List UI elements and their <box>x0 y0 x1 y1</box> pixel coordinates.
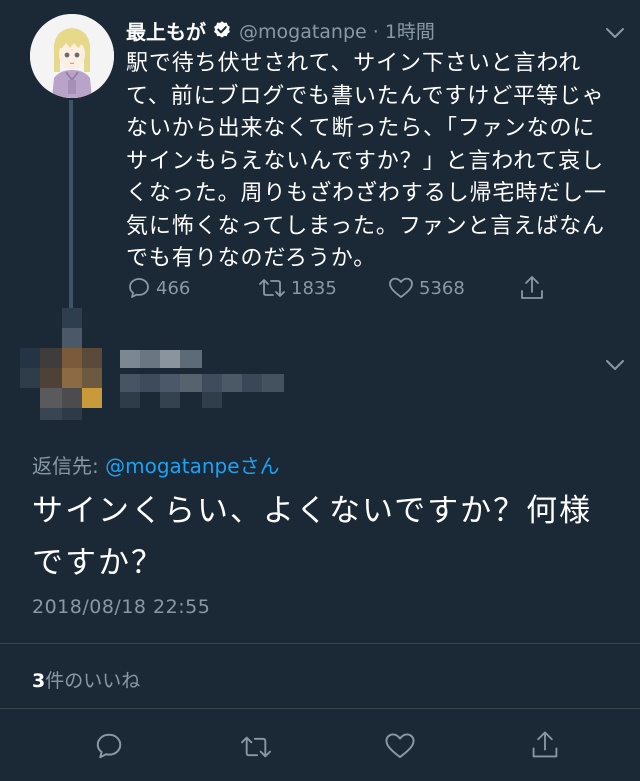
retweet-count: 1835 <box>291 277 337 299</box>
like-button[interactable] <box>384 731 416 761</box>
retweet-arrows-icon <box>259 279 285 297</box>
handle-and-time: @mogatanpe · 1時間 <box>239 20 435 43</box>
tweet-text: 駅で待ち伏せされて、サイン下さいと言われ て、前にブログでも書いたんですけど平等… <box>126 48 626 276</box>
reply-text-line: サインくらい、よくないですか？何様 <box>32 493 593 529</box>
reply-button[interactable] <box>93 731 125 761</box>
like-count: 5368 <box>419 277 465 299</box>
share-button[interactable] <box>519 274 545 302</box>
reply-text: サインくらい、よくないですか？何様 ですか？ <box>32 485 632 589</box>
speech-bubble-icon <box>96 733 122 759</box>
tweet-text-line: サインもらえないんですか？」と言われて哀し <box>126 148 605 174</box>
likes-count[interactable]: 3 <box>32 670 45 692</box>
tweet-text-line: て、前にブログでも書いたんですけど平等じゃ <box>126 83 605 109</box>
tweet-text-line: 駅で待ち伏せされて、サイン下さいと言われ <box>126 51 582 76</box>
tweet-text-line: でも有りなのだろうか。 <box>126 246 377 271</box>
heart-icon <box>389 277 413 298</box>
reply-to-handle[interactable]: @mogatanpe <box>105 454 239 478</box>
tweet-text-line: ないから出来なくて断ったら、「ファンなのに <box>126 116 596 141</box>
reply-to-suffix[interactable]: さん <box>240 454 280 478</box>
likes-summary[interactable]: 3件のいいね <box>32 666 140 693</box>
chevron-down-icon[interactable] <box>604 358 626 372</box>
tweet-text-line: くなった。周りもざわざわするし帰宅時だし一 <box>126 181 607 206</box>
divider <box>0 708 640 709</box>
reply-button[interactable]: 466 <box>127 276 190 300</box>
tweet-text-line: 気に怖くなってしまった。ファンと言えばなん <box>126 213 605 239</box>
heart-icon <box>385 733 415 759</box>
censored-author-mosaic <box>20 308 284 420</box>
likes-label[interactable]: 件のいいね <box>45 670 140 692</box>
verified-badge-icon <box>214 21 230 38</box>
avatar-illustration <box>30 14 114 98</box>
chevron-down-icon[interactable] <box>604 26 626 40</box>
avatar[interactable] <box>30 14 114 98</box>
reply-count: 466 <box>156 277 191 299</box>
timestamp: 2018/08/18 22:55 <box>32 596 211 618</box>
retweet-arrows-icon <box>241 736 271 758</box>
reply-to-label: 返信先: <box>32 454 106 478</box>
reply-to-line: 返信先: @mogatanpeさん <box>32 450 280 479</box>
reply-text-line: ですか？ <box>32 545 164 581</box>
share-button[interactable] <box>530 729 560 761</box>
tweet-header: 最上もが @mogatanpe · 1時間 <box>126 16 435 44</box>
like-button[interactable]: 5368 <box>388 276 465 300</box>
display-name[interactable]: 最上もが <box>126 16 206 45</box>
retweet-button[interactable]: 1835 <box>258 276 337 300</box>
share-upload-icon <box>521 276 543 299</box>
thread-connector-line <box>69 100 73 312</box>
retweet-button[interactable] <box>238 733 274 761</box>
divider <box>0 643 640 644</box>
share-upload-icon <box>532 731 558 758</box>
reply-to-handle-link[interactable]: @mogatanpeさん <box>105 454 279 478</box>
speech-bubble-icon <box>129 278 149 298</box>
